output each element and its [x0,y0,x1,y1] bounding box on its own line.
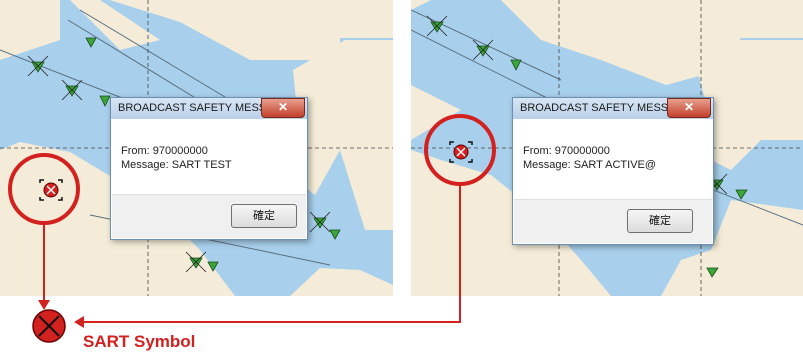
broadcast-dialog-right[interactable]: BROADCAST SAFETY MESSA... ✕ From: 970000… [512,97,714,245]
ok-button[interactable]: 確定 [627,209,693,233]
arrow-left-head [38,300,50,310]
dialog-footer: 確定 [514,199,712,243]
close-button[interactable]: ✕ [667,98,711,118]
dialog-title-bar[interactable]: BROADCAST SAFETY MESSA... ✕ [513,98,713,119]
arrow-right-head [74,316,84,328]
dialog-footer: 確定 [112,194,306,238]
message-text: Message: SART ACTIVE@ [523,159,657,171]
from-text: From: 970000000 [121,145,208,157]
left-chart-panel: BROADCAST SAFETY MESSA... ✕ From: 970000… [0,0,393,296]
dialog-title: BROADCAST SAFETY MESSA... [118,102,283,114]
from-text: From: 970000000 [523,145,610,157]
dialog-body: From: 970000000 Message: SART TEST 確定 [112,119,306,238]
sart-icon [32,309,66,343]
ok-button[interactable]: 確定 [231,204,297,228]
dialog-title-bar[interactable]: BROADCAST SAFETY MESSA... ✕ [111,98,307,119]
message-text: Message: SART TEST [121,159,232,171]
dialog-title: BROADCAST SAFETY MESSA... [520,102,685,114]
right-chart-panel: BROADCAST SAFETY MESSA... ✕ From: 970000… [411,0,803,296]
dialog-body: From: 970000000 Message: SART ACTIVE@ 確定 [514,119,712,243]
sart-symbol-label: SART Symbol [83,332,196,351]
close-button[interactable]: ✕ [261,98,305,118]
broadcast-dialog-left[interactable]: BROADCAST SAFETY MESSA... ✕ From: 970000… [110,97,308,240]
